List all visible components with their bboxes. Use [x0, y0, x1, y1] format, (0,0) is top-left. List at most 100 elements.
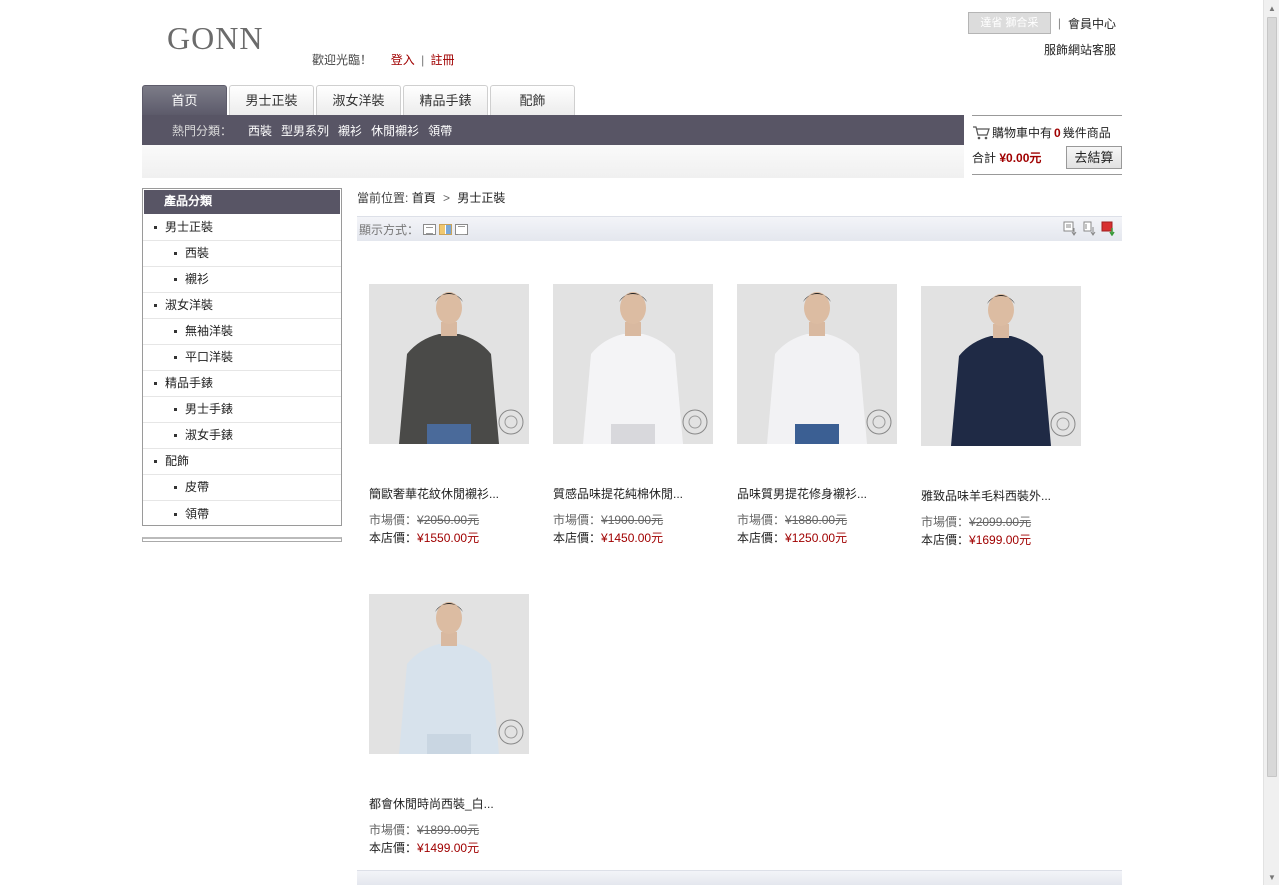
customer-service-link[interactable]: 服飾網站客服: [1044, 43, 1116, 57]
market-price: ¥1900.00元: [601, 513, 664, 527]
tab-home[interactable]: 首页: [142, 85, 227, 115]
bullet-icon: [174, 512, 177, 516]
our-price-label: 本店價：: [369, 531, 418, 545]
bullet-icon: [154, 382, 157, 385]
our-price: ¥1499.00元: [417, 841, 480, 855]
product-name[interactable]: 都會休閒時尚西裝_白...: [369, 795, 534, 812]
display-mode-bar: 顯示方式：: [357, 216, 1122, 241]
product-card[interactable]: 品味質男提花修身襯衫... 市場價：¥1880.00元 本店價：¥1250.00元: [737, 284, 902, 546]
tab-menswear[interactable]: 男士正裝: [229, 85, 314, 115]
product-name[interactable]: 簡歐奢華花紋休閒襯衫...: [369, 485, 534, 502]
sidebar-item[interactable]: 男士正裝: [143, 215, 341, 241]
hot-link-casual-shirts[interactable]: 休閒襯衫: [371, 122, 419, 139]
list-view-icon[interactable]: [423, 223, 437, 235]
product-card[interactable]: 雅致品味羊毛料西裝外... 市場價：¥2099.00元 本店價：¥1699.00元: [921, 286, 1086, 548]
bottom-pager-bar: [357, 870, 1122, 885]
model-photo: [553, 284, 713, 444]
sidebar-item[interactable]: 男士手錶: [143, 397, 341, 423]
our-price-label: 本店價：: [369, 841, 418, 855]
hot-link-suits[interactable]: 西裝: [248, 122, 272, 139]
bullet-icon: [174, 356, 177, 359]
scroll-up-arrow-icon[interactable]: ▲: [1264, 0, 1279, 16]
model-photo: [737, 284, 897, 444]
site-logo[interactable]: GONN: [167, 20, 263, 57]
sidebar-item[interactable]: 平口洋裝: [143, 345, 341, 371]
top-separator: |: [1057, 16, 1061, 30]
product-name[interactable]: 品味質男提花修身襯衫...: [737, 485, 902, 502]
product-name[interactable]: 質感品味提花純棉休閒...: [553, 485, 718, 502]
vertical-scrollbar[interactable]: ▲ ▼: [1263, 0, 1279, 885]
sidebar-item[interactable]: 西裝: [143, 241, 341, 267]
sidebar-item[interactable]: 淑女手錶: [143, 423, 341, 449]
our-price: ¥1250.00元: [785, 531, 848, 545]
hot-categories-label: 熱門分類：: [172, 123, 233, 138]
login-link[interactable]: 登入: [391, 53, 415, 67]
market-price-label: 市場價：: [369, 513, 418, 527]
scroll-thumb[interactable]: [1267, 17, 1277, 777]
tab-watches[interactable]: 精品手錶: [403, 85, 488, 115]
top-grey-button[interactable]: 達省 獅合采: [967, 12, 1051, 34]
breadcrumb: 當前位置: 首頁 > 男士正裝: [357, 189, 505, 206]
breadcrumb-separator: >: [443, 191, 451, 205]
main-nav-tabs: 首页 男士正裝 淑女洋裝 精品手錶 配飾: [142, 85, 577, 115]
sidebar-item[interactable]: 精品手錶: [143, 371, 341, 397]
sidebar-item[interactable]: 淑女洋裝: [143, 293, 341, 319]
product-image[interactable]: [921, 286, 1081, 446]
bullet-icon: [154, 226, 157, 229]
sidebar-item[interactable]: 配飾: [143, 449, 341, 475]
page: GONN 歡迎光臨！ 登入 | 註冊 達省 獅合采 | 會員中心 服飾網站客服 …: [142, 0, 1122, 885]
register-link[interactable]: 註冊: [431, 53, 455, 67]
product-image[interactable]: [369, 594, 529, 754]
sort-by-price-icon[interactable]: [1101, 221, 1116, 236]
grid-view-icon[interactable]: [439, 223, 453, 235]
sidebar-item[interactable]: 無袖洋裝: [143, 319, 341, 345]
bullet-icon: [174, 486, 177, 489]
bullet-icon: [174, 330, 177, 333]
model-photo: [921, 286, 1081, 446]
tab-dresses[interactable]: 淑女洋裝: [316, 85, 401, 115]
product-image[interactable]: [369, 284, 529, 444]
product-image[interactable]: [553, 284, 713, 444]
bullet-icon: [154, 460, 157, 463]
model-pants: [795, 424, 839, 444]
model-photo: [369, 284, 529, 444]
hot-link-ties[interactable]: 領帶: [428, 122, 452, 139]
sidebar-item[interactable]: 襯衫: [143, 267, 341, 293]
product-card[interactable]: 簡歐奢華花紋休閒襯衫... 市場價：¥2050.00元 本店價：¥1550.00元: [369, 284, 534, 546]
model-pants: [979, 426, 1023, 446]
hot-link-shirts[interactable]: 襯衫: [338, 122, 362, 139]
market-price: ¥1880.00元: [785, 513, 848, 527]
tab-accessories[interactable]: 配飾: [490, 85, 575, 115]
our-price: ¥1699.00元: [969, 533, 1032, 547]
market-price-label: 市場價：: [369, 823, 418, 837]
text-view-icon[interactable]: [455, 223, 469, 235]
sidebar-title: 產品分類: [144, 190, 340, 214]
our-price-label: 本店價：: [921, 533, 970, 547]
breadcrumb-current: 男士正裝: [457, 191, 506, 205]
product-name[interactable]: 雅致品味羊毛料西裝外...: [921, 487, 1086, 504]
product-image[interactable]: [737, 284, 897, 444]
model-pants: [427, 734, 471, 754]
checkout-button[interactable]: 去結算: [1066, 146, 1122, 169]
breadcrumb-home-link[interactable]: 首頁: [412, 191, 436, 205]
breadcrumb-prefix: 當前位置:: [357, 191, 409, 205]
model-photo: [369, 594, 529, 754]
scroll-down-arrow-icon[interactable]: ▼: [1264, 869, 1279, 885]
sort-by-id-icon[interactable]: [1063, 221, 1078, 236]
product-card[interactable]: 都會休閒時尚西裝_白... 市場價：¥1899.00元 本店價：¥1499.00元: [369, 594, 534, 856]
product-card[interactable]: 質感品味提花純棉休閒... 市場價：¥1900.00元 本店價：¥1450.00元: [553, 284, 718, 546]
market-price-row: 市場價：¥1880.00元: [737, 511, 902, 528]
member-center-link[interactable]: 會員中心: [1068, 15, 1116, 32]
cart-text-before: 購物車中有: [992, 126, 1053, 140]
sidebar-item[interactable]: 皮帶: [143, 475, 341, 501]
model-pants: [611, 424, 655, 444]
bullet-icon: [174, 252, 177, 255]
category-sidebar: 產品分類 男士正裝 西裝 襯衫 淑女洋裝 無袖洋裝 平口洋裝 精品手錶 男士手錶…: [142, 188, 342, 526]
sort-by-date-icon[interactable]: [1082, 221, 1097, 236]
our-price-label: 本店價：: [553, 531, 602, 545]
our-price-row: 本店價：¥1450.00元: [553, 529, 718, 546]
market-price-row: 市場價：¥1899.00元: [369, 821, 534, 838]
sidebar-item[interactable]: 領帶: [143, 501, 341, 527]
hot-link-men-series[interactable]: 型男系列: [281, 122, 329, 139]
cart-text-after: 幾件商品: [1062, 126, 1111, 140]
